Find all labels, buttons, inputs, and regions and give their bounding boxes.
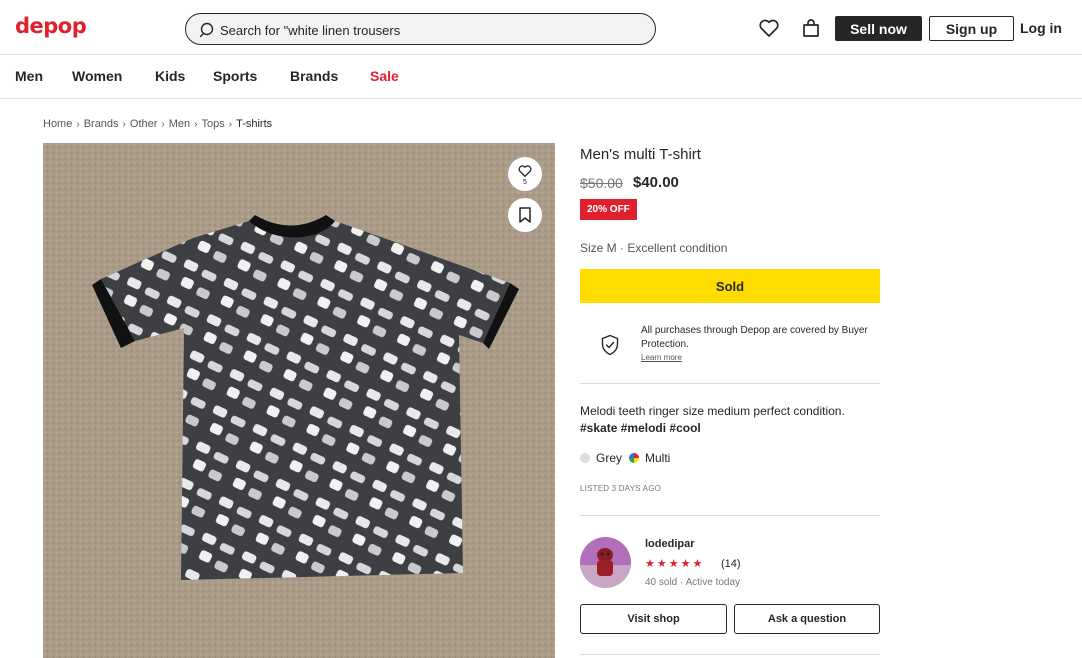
current-price: $40.00 bbox=[633, 174, 679, 191]
site-header: depop Sell now Sign up Log in bbox=[0, 0, 1082, 55]
category-nav: Men Women Kids Sports Brands Sale bbox=[0, 55, 1082, 99]
color-grey: Grey bbox=[596, 451, 623, 465]
buyer-protection-text: All purchases through Depop are covered … bbox=[641, 325, 868, 350]
breadcrumb-tops[interactable]: Tops bbox=[202, 118, 225, 130]
size-condition: Size M · Excellent condition bbox=[580, 241, 728, 255]
nav-item-sale[interactable]: Sale bbox=[370, 68, 399, 84]
chevron-right-icon: › bbox=[194, 118, 198, 130]
nav-item-sports[interactable]: Sports bbox=[213, 68, 257, 84]
bookmark-icon bbox=[519, 207, 531, 223]
shopping-bag-icon[interactable] bbox=[799, 16, 823, 40]
grey-swatch bbox=[580, 453, 590, 463]
divider bbox=[580, 383, 880, 384]
sign-up-button[interactable]: Sign up bbox=[929, 16, 1014, 41]
nav-item-women[interactable]: Women bbox=[72, 68, 122, 84]
color-multi: Multi bbox=[645, 451, 671, 465]
breadcrumb-men[interactable]: Men bbox=[169, 118, 190, 130]
chevron-right-icon: › bbox=[228, 118, 233, 130]
breadcrumb-tshirts: T-shirts bbox=[236, 118, 273, 130]
divider bbox=[580, 654, 880, 655]
product-description: Melodi teeth ringer size medium perfect … bbox=[580, 403, 880, 437]
nav-item-kids[interactable]: Kids bbox=[155, 68, 185, 84]
description-text: Melodi teeth ringer size medium perfect … bbox=[580, 404, 845, 418]
nav-item-men[interactable]: Men bbox=[15, 68, 43, 84]
product-title: Men's multi T-shirt bbox=[580, 146, 701, 163]
visit-shop-button[interactable]: Visit shop bbox=[580, 604, 727, 634]
multi-swatch bbox=[629, 453, 640, 463]
seller-avatar-image bbox=[580, 537, 631, 588]
seller-stats: 40 sold · Active today bbox=[645, 577, 741, 588]
star-rating-icon: ★★★★★ bbox=[645, 558, 705, 570]
sold-button[interactable]: Sold bbox=[580, 269, 880, 303]
breadcrumb: Home › Brands › Other › Men › Tops › T-s… bbox=[43, 118, 272, 130]
search-input[interactable] bbox=[220, 20, 640, 40]
review-count[interactable]: (14) bbox=[721, 558, 741, 570]
nav-item-brands[interactable]: Brands bbox=[290, 68, 338, 84]
discount-badge: 20% OFF bbox=[580, 199, 637, 220]
chevron-right-icon: › bbox=[76, 118, 80, 130]
color-list: Grey Multi bbox=[580, 451, 670, 465]
learn-more-link[interactable]: Learn more bbox=[641, 353, 682, 362]
seller-username[interactable]: lodedipar bbox=[645, 538, 695, 550]
log-in-link[interactable]: Log in bbox=[1020, 20, 1062, 36]
search-bar[interactable] bbox=[185, 13, 656, 45]
hashtag-skate[interactable]: #skate bbox=[580, 421, 617, 435]
ask-question-button[interactable]: Ask a question bbox=[734, 604, 880, 634]
like-count: 5 bbox=[523, 179, 527, 186]
like-button[interactable]: 5 bbox=[508, 157, 542, 191]
chevron-right-icon: › bbox=[122, 118, 126, 130]
search-icon bbox=[199, 22, 214, 38]
save-button[interactable] bbox=[508, 198, 542, 232]
heart-icon[interactable] bbox=[757, 16, 781, 40]
depop-logo[interactable]: depop bbox=[15, 14, 87, 38]
divider bbox=[580, 515, 880, 516]
shield-check-icon bbox=[601, 334, 619, 356]
original-price: $50.00 bbox=[580, 175, 623, 191]
heart-icon bbox=[518, 164, 532, 177]
breadcrumb-other[interactable]: Other bbox=[130, 118, 158, 130]
breadcrumb-brands[interactable]: Brands bbox=[84, 118, 119, 130]
tshirt-image bbox=[43, 143, 555, 658]
listed-time: LISTED 3 DAYS AGO bbox=[580, 484, 662, 493]
breadcrumb-home[interactable]: Home bbox=[43, 118, 72, 130]
hashtag-cool[interactable]: #cool bbox=[669, 421, 700, 435]
avatar[interactable] bbox=[580, 537, 631, 588]
sell-now-button[interactable]: Sell now bbox=[835, 16, 922, 41]
product-photo[interactable]: 5 bbox=[43, 143, 555, 658]
hashtag-melodi[interactable]: #melodi bbox=[621, 421, 666, 435]
chevron-right-icon: › bbox=[161, 118, 165, 130]
